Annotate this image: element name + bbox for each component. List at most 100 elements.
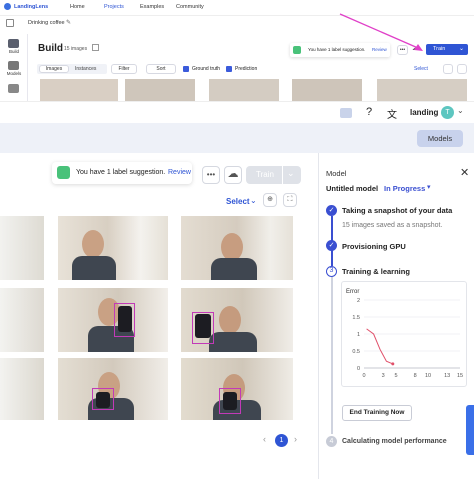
prev-page-icon[interactable]: ‹ (263, 434, 266, 444)
top-train-dropdown-icon[interactable]: ⌄ (459, 45, 464, 52)
bounding-box[interactable] (92, 388, 114, 410)
brand-name[interactable]: LandingLens (14, 4, 48, 10)
select-chevron-icon[interactable]: ⌄ (250, 196, 257, 205)
image-card[interactable] (58, 358, 168, 420)
more-button[interactable]: ••• (202, 166, 220, 184)
sort-button[interactable]: Sort (146, 64, 176, 74)
y-tick-label: 1 (357, 332, 360, 338)
next-page-icon[interactable]: › (294, 434, 297, 444)
fit-view-icon[interactable]: ⊕ (263, 193, 277, 207)
shirt-shape (209, 332, 257, 352)
nav-link-community[interactable]: Community (176, 4, 204, 10)
image-card[interactable] (58, 288, 168, 352)
train-button[interactable]: Train ⌄ (246, 166, 301, 184)
build-title: Build (38, 43, 63, 54)
y-tick-label: 1.5 (352, 315, 360, 321)
thumb-2[interactable] (125, 79, 195, 101)
image-card[interactable] (181, 358, 293, 420)
thumb-1[interactable] (40, 79, 118, 101)
end-training-button[interactable]: End Training Now (342, 405, 412, 421)
project-name: Drinking coffee (28, 20, 65, 26)
filter-label: Filter (118, 66, 130, 72)
prediction-checkbox[interactable] (226, 66, 232, 72)
step-title: Training & learning (342, 267, 410, 276)
view-tabs: Images Instances (37, 64, 107, 74)
filter-button[interactable]: Filter (111, 64, 137, 74)
chart-y-label: Error (346, 289, 359, 295)
models-button[interactable]: Models (417, 130, 463, 147)
x-tick-label: 3 (382, 373, 385, 379)
nav-link-projects[interactable]: Projects (104, 4, 124, 10)
y-tick-label: 0 (357, 366, 360, 372)
thumb-5[interactable] (377, 79, 467, 101)
deploy-icon[interactable] (8, 84, 19, 93)
face-shape (82, 230, 104, 258)
build-icon[interactable] (8, 39, 19, 48)
model-name: Untitled model (326, 184, 379, 193)
step-complete-check-icon: ✓ (326, 205, 337, 216)
models-icon[interactable] (8, 61, 19, 70)
avatar[interactable]: T (441, 106, 454, 119)
tab-images[interactable]: Images (39, 65, 69, 73)
top-train-button[interactable]: Train ⌄ (426, 44, 468, 55)
image-card[interactable] (0, 358, 44, 420)
feedback-tab[interactable] (466, 405, 474, 455)
thumb-3[interactable] (209, 79, 279, 101)
cloud-upload-icon[interactable]: ☁ (224, 166, 242, 184)
x-tick-label: 13 (444, 373, 450, 379)
x-tick-label: 5 (394, 373, 397, 379)
grid-menu-icon[interactable] (6, 19, 14, 27)
ground-truth-checkbox[interactable] (183, 66, 189, 72)
select-dropdown[interactable]: Select (226, 197, 250, 206)
image-count: 15 images (64, 46, 88, 52)
x-tick-label: 8 (414, 373, 417, 379)
top-select-dropdown[interactable]: Select (414, 66, 428, 72)
step-complete-check-icon: ✓ (326, 240, 337, 251)
image-icon (92, 44, 99, 51)
sort-label: Sort (156, 66, 166, 72)
annotation-arrow-icon (339, 13, 423, 51)
nav-link-home[interactable]: Home (70, 4, 85, 10)
top-fullscreen-icon[interactable] (457, 64, 467, 74)
status-dropdown[interactable]: In Progress (384, 184, 425, 193)
edit-pencil-icon[interactable]: ✎ (66, 19, 71, 26)
tab-instances[interactable]: Instances (75, 66, 96, 72)
train-split-divider (282, 166, 283, 184)
top-train-label: Train (433, 46, 446, 52)
panel-heading: Model (326, 169, 347, 178)
account-dropdown-icon[interactable]: ⌄ (457, 106, 464, 115)
models-band: Models (0, 123, 474, 153)
step-number: 3 (326, 266, 337, 277)
image-card[interactable] (0, 216, 44, 280)
fullscreen-icon[interactable]: ⛶ (283, 193, 297, 207)
page-1-button[interactable]: 1 (275, 434, 288, 447)
cube-icon[interactable] (340, 108, 352, 118)
suggestion-toast: You have 1 label suggestion. Review (52, 162, 192, 184)
step-detail: 15 images saved as a snapshot. (342, 222, 443, 229)
error-chart: Error 0 0.5 1 1.5 2 0 3 5 8 10 13 15 (346, 289, 463, 379)
image-card[interactable] (0, 288, 44, 352)
bounding-box[interactable] (192, 312, 214, 344)
brand-logo-icon (4, 3, 11, 10)
image-card[interactable] (181, 288, 293, 352)
y-tick-label: 2 (357, 298, 360, 304)
help-icon[interactable]: ? (366, 106, 372, 118)
bounding-box[interactable] (114, 303, 135, 337)
train-label: Train (256, 170, 274, 179)
review-link[interactable]: Review (168, 169, 191, 176)
status-caret-icon[interactable]: ▾ (427, 183, 431, 191)
nav-link-examples[interactable]: Examples (140, 4, 164, 10)
image-card[interactable] (181, 216, 293, 280)
thumb-4[interactable] (292, 79, 362, 101)
org-name[interactable]: landing (410, 108, 438, 117)
close-icon[interactable]: ✕ (460, 166, 469, 179)
image-card[interactable] (58, 216, 168, 280)
error-chart-card: Error 0 0.5 1 1.5 2 0 3 5 8 10 13 15 (341, 281, 467, 387)
x-tick-label: 0 (362, 373, 365, 379)
top-fit-icon[interactable] (443, 64, 453, 74)
bounding-box[interactable] (219, 388, 241, 414)
rail-build-label: Build (8, 49, 19, 54)
lightbulb-icon (57, 166, 70, 179)
train-dropdown-icon[interactable]: ⌄ (287, 168, 295, 179)
translate-icon[interactable]: 文 (387, 106, 397, 121)
